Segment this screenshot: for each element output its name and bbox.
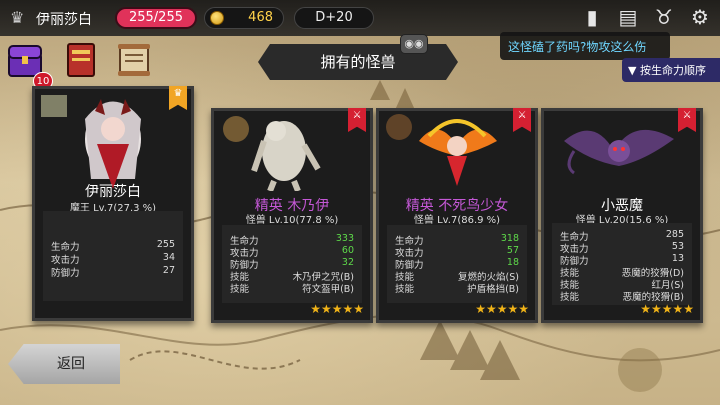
sort-button[interactable]: ▼ 按生命力顺序 — [622, 58, 720, 82]
star-rating: ★★★★★ — [475, 302, 529, 316]
coin-icon — [210, 11, 224, 25]
gear-icon[interactable]: ⚙ — [688, 5, 712, 29]
hp-display: 255/255 — [115, 7, 197, 29]
gold-value: 468 — [248, 10, 273, 25]
skill-row: 技能 护盾格挡(B) — [395, 284, 519, 295]
stat-row: 生命力 333 — [230, 233, 354, 247]
card-name: 伊丽莎白 — [85, 184, 141, 200]
stat-row: 防御力 32 — [230, 257, 354, 271]
scroll-icon[interactable]: ▤ — [616, 5, 640, 29]
stat-row: 生命力 318 — [395, 233, 519, 247]
skill-row: 技能 红月(S) — [560, 280, 684, 291]
monster-card-elizabeth[interactable]: ♛ 伊丽莎白 魔王 Lv.7(27.3 %) 生命力 255 攻击力 34 防御力 2… — [32, 86, 194, 321]
day-counter: D+20 — [294, 7, 374, 29]
skill-row: 技能 木乃伊之咒(B) — [230, 272, 354, 283]
stat-row: 攻击力 34 — [51, 252, 175, 266]
stat-row: 攻击力 57 — [395, 245, 519, 259]
card-level: 怪兽 Lv.10(77.8 %) — [245, 215, 339, 226]
crown-icon: ♛ — [10, 8, 25, 27]
page-title: 拥有的怪兽 — [258, 44, 458, 80]
stat-row: 防御力 27 — [51, 265, 175, 279]
star-rating: ★★★★★ — [640, 302, 694, 316]
demon-head-icon[interactable]: ♉ — [652, 5, 676, 29]
stat-row: 攻击力 53 — [560, 241, 684, 255]
monster-card-mummy[interactable]: ⚔ 精英 木乃伊 怪兽 Lv.10(77.8 %) 生命力 333 攻击力 60 防… — [211, 108, 373, 323]
sort-button-label: 按生命力顺序 — [639, 64, 706, 77]
stat-row: 生命力 285 — [560, 229, 684, 243]
card-level: 怪兽 Lv.7(86.9 %) — [413, 215, 501, 226]
stat-row: 攻击力 60 — [230, 245, 354, 259]
skill-row: 技能 复燃的火焰(S) — [395, 272, 519, 283]
monster-card-imp[interactable]: ⚔ 小恶魔 怪兽 Lv.20(15.6 %) 生命力 285 攻击力 53 防御力 1… — [541, 108, 703, 323]
stat-row: 防御力 13 — [560, 253, 684, 267]
star-rating: ★★★★★ — [310, 302, 364, 316]
cards-icon[interactable]: ▮ — [580, 5, 604, 29]
stat-row: 生命力 255 — [51, 239, 175, 253]
top-status-bar: ♛ 伊丽莎白 255/255 468 D+20 ▮ ▤ ♉ ⚙ — [0, 0, 720, 36]
tv-icon: ◉◉ — [400, 34, 428, 54]
parchment-icon[interactable] — [114, 40, 154, 80]
skill-row: 技能 恶魔的狡猾(B) — [560, 292, 684, 303]
back-button[interactable]: 返回 — [8, 344, 120, 384]
monster-card-phoenix-girl[interactable]: ⚔ 精英 不死鸟少女 怪兽 Lv.7(86.9 %) 生命力 318 攻击力 57 … — [376, 108, 538, 323]
hint-tooltip: 这怪磕了药吗?物攻这么伤 — [500, 32, 670, 60]
player-name: 伊丽莎白 — [36, 12, 92, 28]
gold-display: 468 — [204, 7, 284, 29]
filter-icon: ▼ — [628, 64, 637, 77]
skill-row: 技能 符文盔甲(B) — [230, 284, 354, 295]
skill-row: 技能 恶魔的狡猾(D) — [560, 268, 684, 279]
stat-row: 防御力 18 — [395, 257, 519, 271]
book-icon[interactable] — [62, 40, 102, 80]
